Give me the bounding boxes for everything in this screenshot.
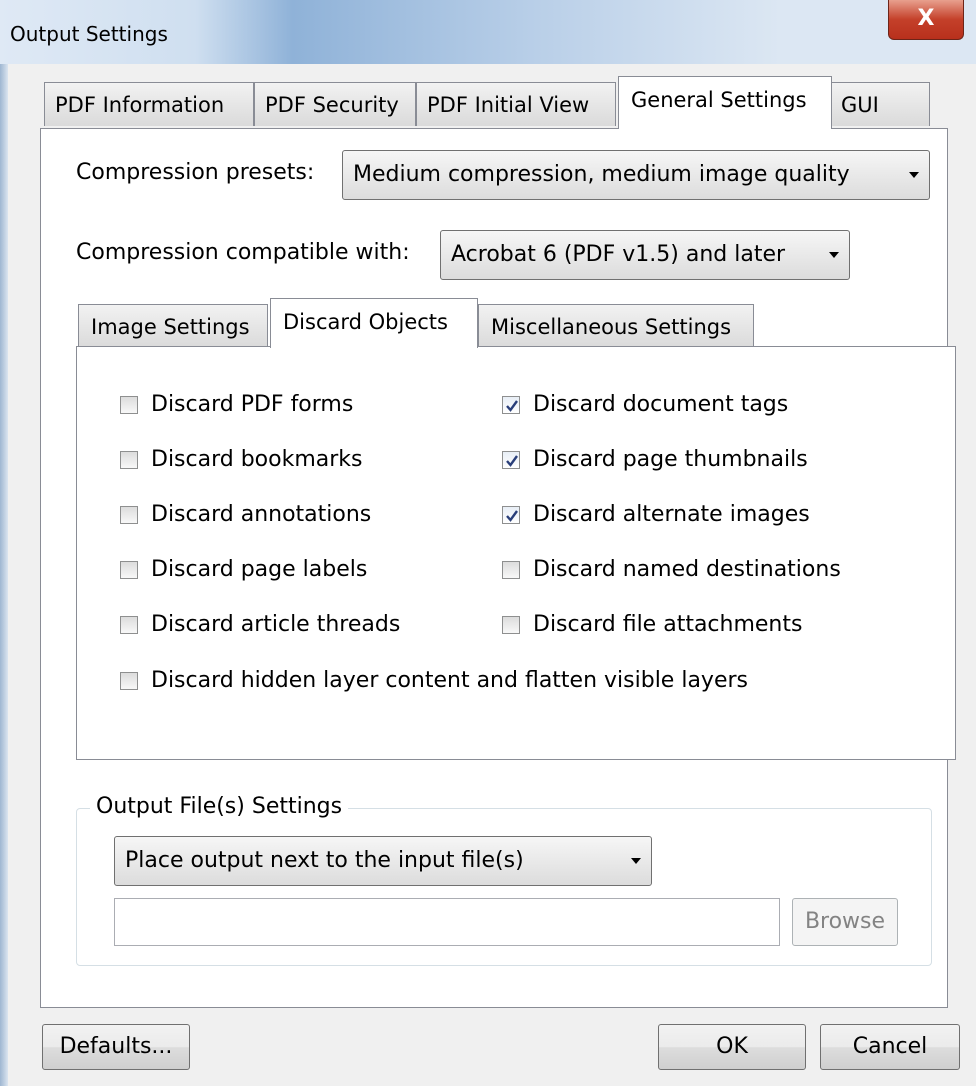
tab-general-settings[interactable]: General Settings [618,76,832,129]
output-group-title: Output File(s) Settings [90,794,349,819]
checkbox-unchecked-icon[interactable] [120,396,138,414]
discard-option-checkbox[interactable]: Discard page thumbnails [502,443,976,477]
tab-pdf-security[interactable]: PDF Security [254,82,416,126]
close-icon: X [917,6,935,31]
discard-option-label: Discard alternate images [533,502,810,527]
checkbox-checked-icon[interactable] [502,396,520,414]
output-location-dropdown[interactable]: Place output next to the input file(s) [114,836,652,886]
discard-option-label: Discard bookmarks [151,447,363,472]
checkbox-unchecked-icon[interactable] [502,616,520,634]
checkbox-unchecked-icon[interactable] [502,561,520,579]
compression-presets-label: Compression presets: [76,160,315,185]
defaults-button[interactable]: Defaults... [42,1024,190,1070]
discard-option-label: Discard file attachments [533,612,803,637]
browse-button[interactable]: Browse [792,898,898,946]
cancel-button[interactable]: Cancel [820,1024,960,1070]
discard-option-label: Discard PDF forms [151,392,354,417]
close-button[interactable]: X [888,0,964,40]
output-path-input[interactable] [114,898,780,946]
checkbox-checked-icon[interactable] [502,506,520,524]
checkbox-unchecked-icon[interactable] [120,506,138,524]
discard-option-checkbox[interactable]: Discard hidden layer content and flatten… [120,664,748,698]
discard-option-checkbox[interactable]: Discard alternate images [502,498,976,532]
discard-option-label: Discard named destinations [533,557,841,582]
ok-button[interactable]: OK [658,1024,806,1070]
discard-option-label: Discard page thumbnails [533,447,808,472]
tab-discard-objects[interactable]: Discard Objects [270,298,478,348]
discard-option-label: Discard document tags [533,392,789,417]
chevron-down-icon [631,858,641,864]
compression-compatible-dropdown[interactable]: Acrobat 6 (PDF v1.5) and later [440,230,850,280]
discard-option-label: Discard article threads [151,612,401,637]
title-bar: Output Settings X [0,0,976,64]
checkbox-unchecked-icon[interactable] [120,616,138,634]
window-title: Output Settings [10,22,168,46]
tab-pdf-information[interactable]: PDF Information [44,82,254,126]
discard-option-label: Discard page labels [151,557,368,582]
chevron-down-icon [829,252,839,258]
discard-option-checkbox[interactable]: Discard file attachments [502,608,976,642]
checkbox-unchecked-icon[interactable] [120,451,138,469]
compression-compatible-label: Compression compatible with: [76,240,410,265]
tab-pdf-initial-view[interactable]: PDF Initial View [416,82,616,126]
discard-option-checkbox[interactable]: Discard named destinations [502,553,976,587]
chevron-down-icon [909,172,919,178]
checkbox-checked-icon[interactable] [502,451,520,469]
tab-image-settings[interactable]: Image Settings [78,304,268,348]
discard-option-label: Discard hidden layer content and flatten… [151,668,748,693]
checkbox-unchecked-icon[interactable] [120,561,138,579]
discard-option-label: Discard annotations [151,502,372,527]
discard-option-checkbox[interactable]: Discard document tags [502,388,976,422]
tab-gui[interactable]: GUI [830,82,930,126]
checkbox-unchecked-icon[interactable] [120,672,138,690]
window-border [0,64,8,1086]
tab-miscellaneous-settings[interactable]: Miscellaneous Settings [478,304,754,348]
compression-presets-dropdown[interactable]: Medium compression, medium image quality [342,150,930,200]
